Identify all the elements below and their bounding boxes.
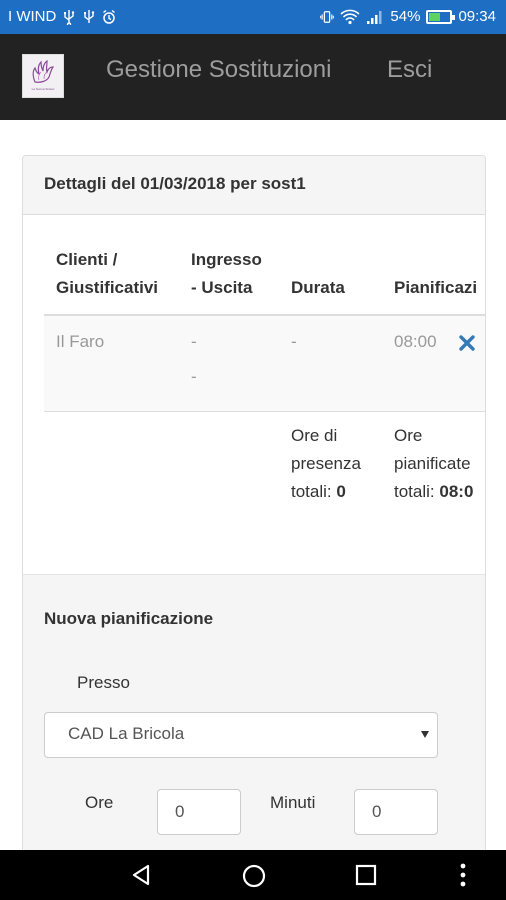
status-bar-left: I WIND	[8, 8, 116, 25]
details-table: Clienti / Giustificativi Ingresso - Usci…	[44, 216, 485, 574]
recents-icon[interactable]	[355, 864, 377, 886]
brand-logo[interactable]: La Nuova Sintesi	[22, 54, 64, 98]
menu-dots-icon[interactable]	[458, 862, 468, 888]
status-bar: I WIND 54% 09:34	[0, 0, 506, 34]
system-nav-bar	[0, 850, 506, 900]
home-icon[interactable]	[241, 863, 267, 889]
back-icon[interactable]	[129, 863, 153, 887]
presso-select[interactable]: CAD La Bricola	[44, 712, 438, 758]
app-header: La Nuova Sintesi Gestione Sostituzioni E…	[0, 34, 506, 120]
clock-time: 09:34	[458, 8, 496, 25]
column-header-line: Ingresso	[191, 250, 262, 269]
column-header-ingresso: Ingresso - Uscita	[191, 246, 262, 302]
total-pianificate-label: totali:	[394, 482, 435, 501]
minuti-input[interactable]: 0	[354, 789, 438, 835]
total-presenza-line: presenza	[291, 454, 361, 473]
total-pianificate-line: Ore	[394, 426, 423, 445]
alarm-icon	[103, 9, 116, 24]
total-presenza-value: 0	[336, 482, 346, 501]
total-presenza-label: totali:	[291, 482, 332, 501]
panel-heading: Dettagli del 01/03/2018 per sost1	[23, 156, 485, 215]
logo-text: La Nuova Sintesi	[31, 87, 55, 91]
wifi-icon	[340, 9, 360, 24]
ore-input[interactable]: 0	[157, 789, 241, 835]
signal-icon	[367, 10, 382, 24]
total-pianificate: Ore pianificate totali: 08:0	[394, 422, 473, 506]
battery-percent: 54%	[390, 8, 421, 25]
row-uscita: -	[191, 367, 197, 386]
row-pianificazione: 08:00	[394, 332, 437, 351]
details-panel: Dettagli del 01/03/2018 per sost1 Client…	[22, 155, 486, 875]
column-header-pianificazione: Pianificazi	[394, 278, 478, 297]
vibrate-icon	[320, 10, 335, 23]
hands-logo-icon	[32, 59, 55, 83]
battery-level-fill	[429, 12, 441, 21]
column-header-line: - Uscita	[191, 278, 253, 297]
new-plan-section: Nuova pianificazione Presso CAD La Brico…	[23, 574, 485, 874]
column-header-durata: Durata	[291, 278, 345, 297]
total-pianificate-line: pianificate	[394, 454, 471, 473]
total-presenza: Ore di presenza totali: 0	[291, 422, 361, 506]
presso-selected-value: CAD La Bricola	[68, 724, 185, 743]
total-presenza-line: totali: 0	[291, 478, 361, 506]
new-plan-title: Nuova pianificazione	[44, 609, 214, 628]
presso-label: Presso	[77, 673, 130, 692]
row-divider	[44, 411, 485, 412]
column-header-clienti: Clienti / Giustificativi	[56, 246, 158, 302]
carrier-name: I WIND	[8, 8, 57, 25]
row-cliente: Il Faro	[56, 332, 105, 351]
total-pianificate-value: 08:0	[439, 482, 474, 501]
app-title-link[interactable]: Gestione Sostituzioni	[106, 56, 331, 84]
column-header-line: Giustificativi	[56, 278, 159, 297]
usb-icon	[84, 9, 95, 23]
row-ingresso: -	[191, 332, 197, 351]
ore-label: Ore	[85, 793, 114, 812]
row-durata: -	[291, 332, 297, 351]
total-presenza-line: Ore di	[291, 426, 338, 445]
chevron-down-icon	[421, 731, 429, 738]
battery-icon	[426, 9, 456, 24]
usb-icon	[64, 9, 75, 25]
minuti-label: Minuti	[270, 793, 316, 812]
close-icon[interactable]	[458, 334, 476, 352]
total-pianificate-line: totali: 08:0	[394, 478, 473, 506]
exit-link[interactable]: Esci	[387, 56, 432, 84]
column-header-line: Clienti /	[56, 250, 118, 269]
status-bar-right: 54% 09:34	[320, 8, 496, 25]
